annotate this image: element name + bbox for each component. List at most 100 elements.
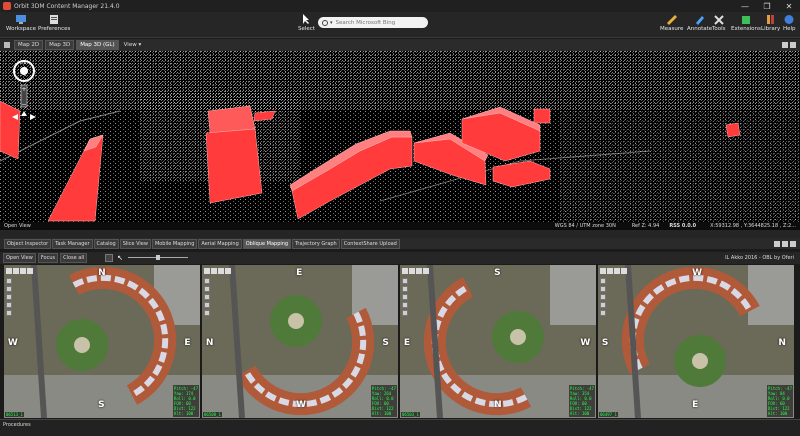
select-button[interactable]: Select [298, 14, 315, 32]
info-icon[interactable] [204, 302, 210, 308]
panel-side-tools [204, 278, 210, 318]
splitter[interactable] [0, 230, 800, 238]
annotate-icon[interactable] [402, 294, 408, 300]
compass-label: W [296, 399, 307, 410]
tab-map-3d-gl[interactable]: Map 3D (GL) [76, 40, 119, 50]
3d-viewport[interactable]: N + − [0, 51, 800, 230]
view-menu-icon[interactable] [4, 42, 10, 48]
viewbar-controls [782, 42, 800, 48]
cursor-icon[interactable] [6, 268, 12, 274]
tab-task-manager[interactable]: Task Manager [52, 238, 93, 249]
focus-button[interactable]: Focus [37, 253, 59, 263]
annotate-icon[interactable] [204, 294, 210, 300]
layer-icon[interactable] [204, 278, 210, 284]
zoom-icon[interactable] [409, 268, 415, 274]
info-icon[interactable] [600, 302, 606, 308]
pan-icon[interactable] [416, 268, 422, 274]
tab-map-3d[interactable]: Map 3D [45, 40, 75, 50]
snapshot-icon[interactable] [402, 310, 408, 316]
annotate-button[interactable]: Annotate [687, 14, 712, 32]
measure-icon[interactable] [600, 286, 606, 292]
compass-label: N [205, 338, 214, 349]
oblique-image-panel[interactable]: S E W N Pitch: -47 Yaw: 354 Roll: 0.0 FOV: 60 Di… [400, 265, 596, 418]
tab-map-2d[interactable]: Map 2D [14, 40, 44, 50]
cursor-icon[interactable]: ↖ [117, 254, 123, 262]
tab-contextshare-upload[interactable]: ContextShare Upload [340, 238, 400, 249]
tab-trajectory-graph[interactable]: Trajectory Graph [292, 238, 340, 249]
annotate-icon[interactable] [6, 294, 12, 300]
open-view-button[interactable]: Open View [3, 253, 36, 263]
extensions-button[interactable]: Extensions [731, 14, 761, 32]
measure-icon[interactable] [204, 286, 210, 292]
zoom-icon[interactable] [607, 268, 613, 274]
cursor-icon[interactable] [402, 268, 408, 274]
window-controls: — ❐ ✕ [734, 2, 800, 11]
measure-button[interactable]: Measure [660, 14, 683, 32]
measure-icon[interactable] [402, 286, 408, 292]
measure-icon[interactable] [6, 286, 12, 292]
panel-side-tools [6, 278, 12, 318]
oblique-image-panel[interactable]: E N S W Pitch: -47 Yaw: 264 Roll: 0.0 FOV: 60 Di… [202, 265, 398, 418]
svg-text:N: N [22, 60, 26, 66]
workspace-button[interactable]: Workspace [6, 14, 36, 32]
close-icon[interactable] [621, 268, 627, 274]
float-icon[interactable] [782, 240, 788, 247]
aerial-image [4, 265, 200, 418]
info-icon[interactable] [402, 302, 408, 308]
oblique-image-panel[interactable]: N W E S Pitch: -47 Yaw: 174 Roll: 0.0 FOV: 60 Di… [4, 265, 200, 418]
pan-icon[interactable] [218, 268, 224, 274]
search-box[interactable]: ▾ [318, 17, 428, 28]
panel-side-tools [402, 278, 408, 318]
procedures-tab[interactable]: Procedures [3, 422, 31, 428]
layer-icon[interactable] [402, 278, 408, 284]
snapshot-icon[interactable] [6, 310, 12, 316]
camera-hud: Pitch: -47 Yaw: 264 Roll: 0.0 FOV: 60 Dist: … [370, 385, 397, 417]
help-button[interactable]: Help [783, 14, 796, 32]
tab-object-inspector[interactable]: Object Inspector [4, 238, 52, 249]
zoom-icon[interactable] [211, 268, 217, 274]
search-input[interactable] [335, 19, 421, 26]
close-all-button[interactable]: Close all [60, 253, 88, 263]
bottom-tab-bar: Object Inspector Task Manager Catalog Sl… [0, 238, 800, 249]
library-button[interactable]: Library [761, 14, 780, 32]
tab-oblique-mapping[interactable]: Oblique Mapping [242, 238, 292, 249]
oblique-image-panel[interactable]: W S N E Pitch: -47 Yaw: 84 Roll: 0.0 FOV: 60 Dis… [598, 265, 794, 418]
minimize-button[interactable]: — [734, 2, 756, 11]
camera-icon[interactable] [105, 254, 114, 262]
maximize-button[interactable]: ❐ [756, 2, 778, 11]
close-view-icon[interactable] [790, 42, 796, 48]
annotate-icon[interactable] [600, 294, 606, 300]
chevron-down-icon[interactable]: ▾ [330, 20, 333, 26]
tab-slice-view[interactable]: Slice View [119, 238, 151, 249]
close-button[interactable]: ✕ [778, 2, 800, 11]
pan-icon[interactable] [614, 268, 620, 274]
snapshot-icon[interactable] [600, 310, 606, 316]
crs-label: WGS 84 / UTM zone 30N [554, 223, 616, 229]
preferences-button[interactable]: Preferences [38, 14, 70, 32]
layer-icon[interactable] [6, 278, 12, 284]
info-icon[interactable] [6, 302, 12, 308]
close-icon[interactable] [27, 268, 33, 274]
zoom-slider[interactable] [128, 255, 188, 260]
cursor-icon[interactable] [600, 268, 606, 274]
layout-icon[interactable] [774, 240, 780, 247]
cursor-icon[interactable] [204, 268, 210, 274]
tab-catalog[interactable]: Catalog [93, 238, 119, 249]
layer-icon[interactable] [600, 278, 606, 284]
open-view-link[interactable]: Open View [4, 223, 31, 229]
tab-mobile-mapping[interactable]: Mobile Mapping [151, 238, 198, 249]
pan-icon[interactable] [20, 268, 26, 274]
slider-thumb[interactable] [156, 255, 160, 260]
layout-icon[interactable] [782, 42, 788, 48]
zoom-icon[interactable] [13, 268, 19, 274]
close-icon[interactable] [423, 268, 429, 274]
close-icon[interactable] [225, 268, 231, 274]
tools-button[interactable]: Tools [712, 14, 726, 32]
close-icon[interactable] [790, 240, 796, 247]
view-menu[interactable]: View ▾ [121, 41, 145, 49]
tab-aerial-mapping[interactable]: Aerial Mapping [198, 238, 242, 249]
preferences-icon [50, 15, 59, 24]
compass-label: N [778, 338, 786, 349]
snapshot-icon[interactable] [204, 310, 210, 316]
puzzle-icon [741, 16, 750, 24]
